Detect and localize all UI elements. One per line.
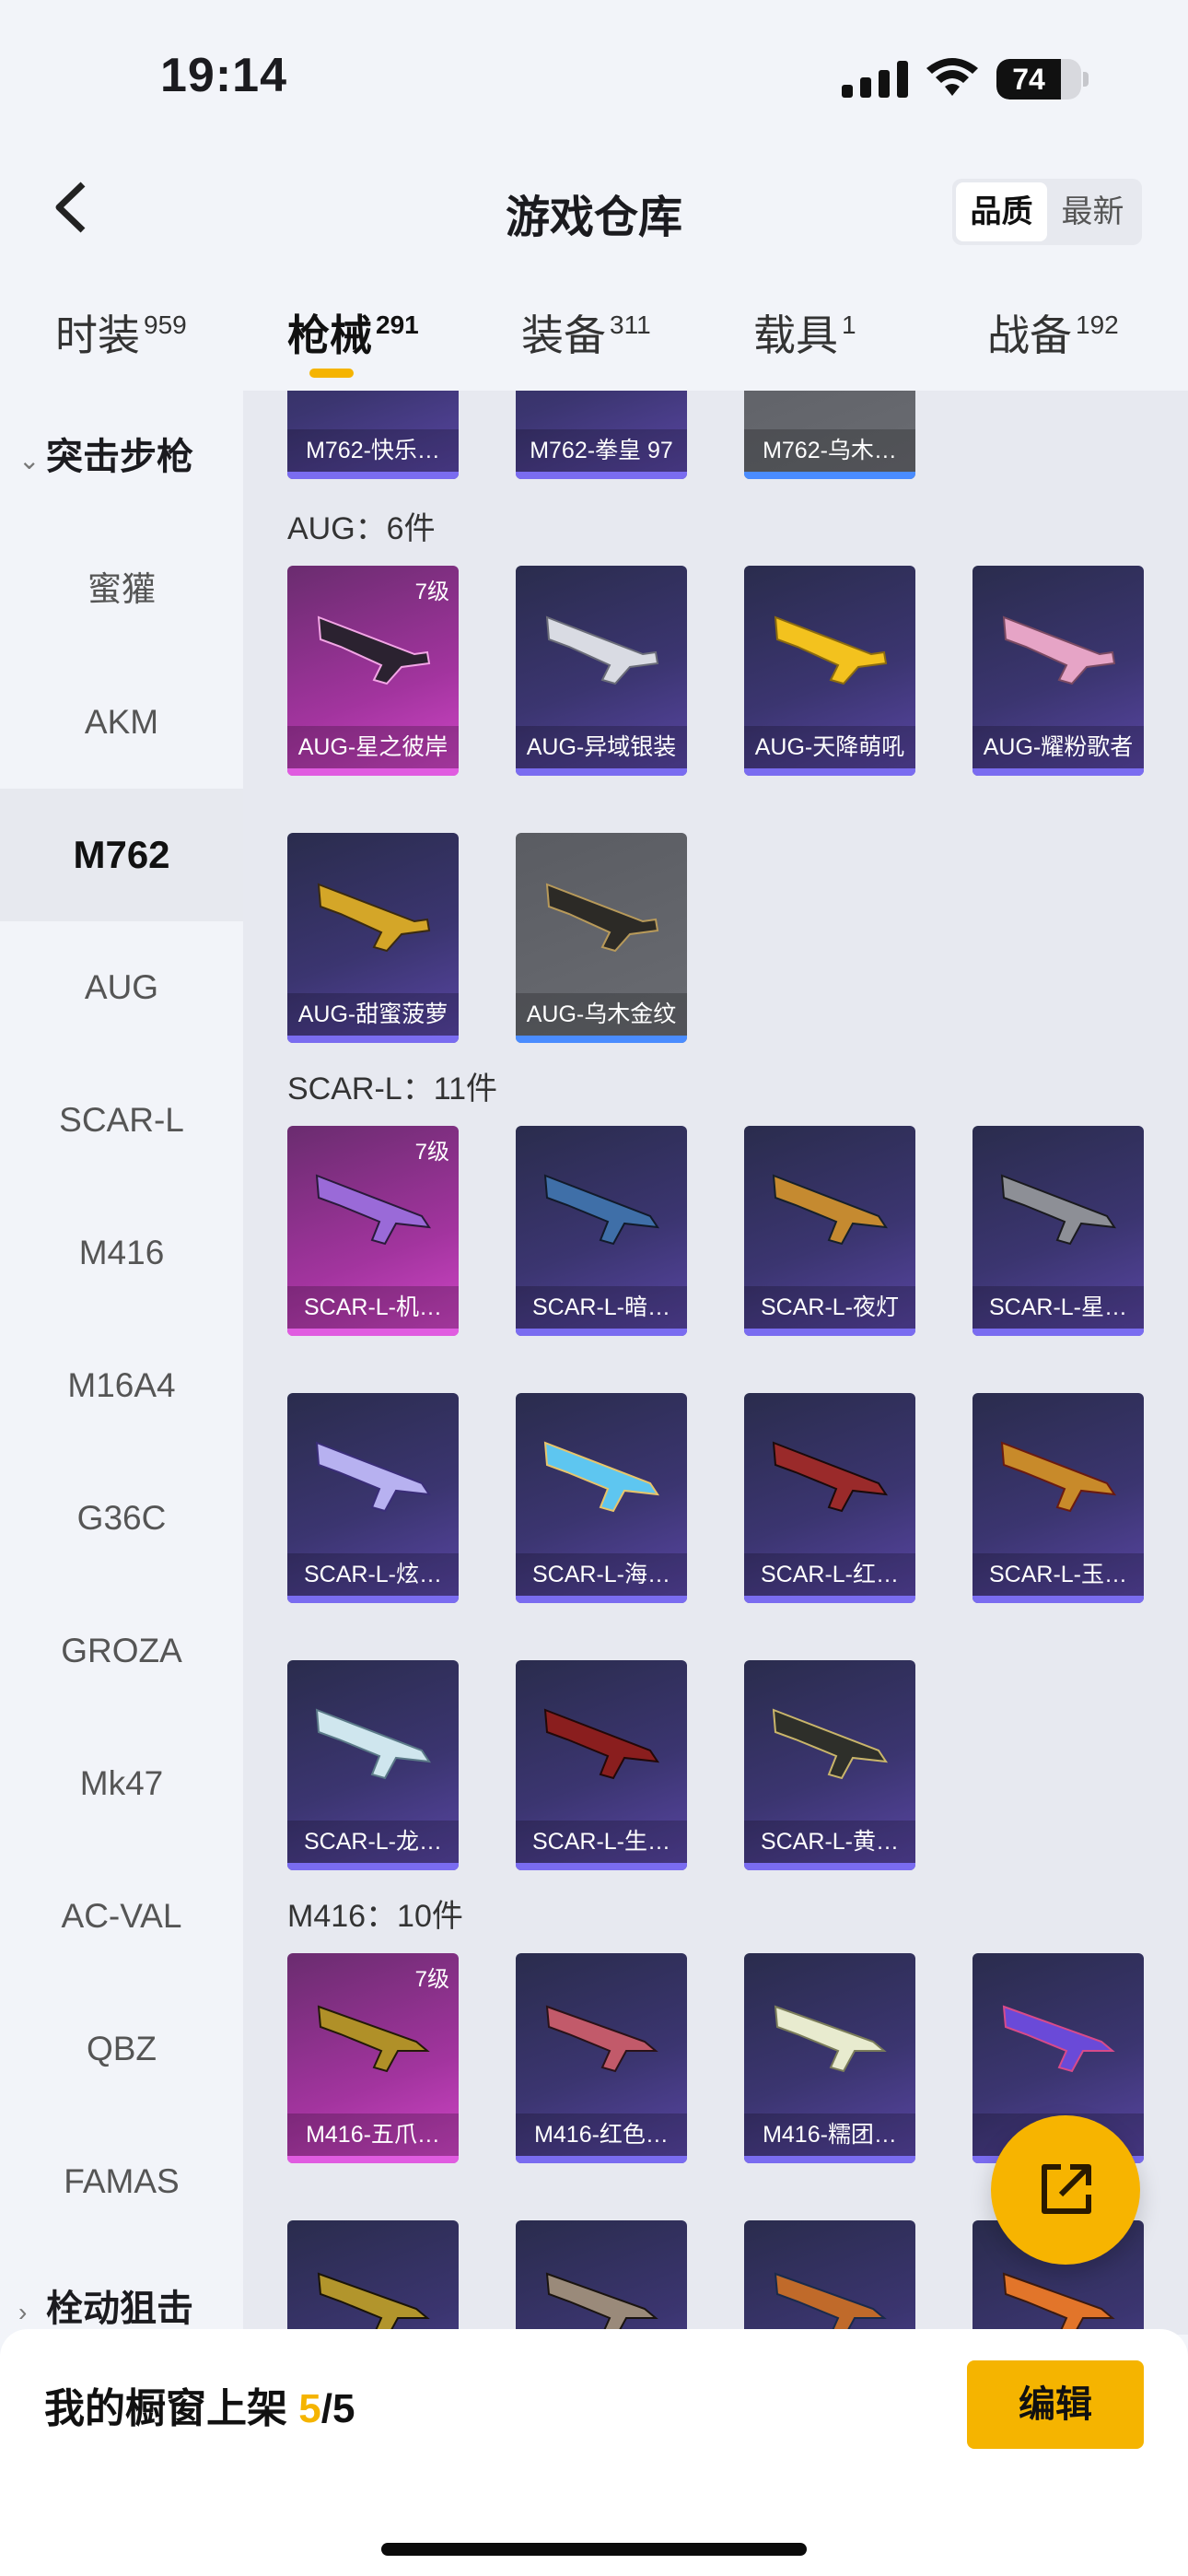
sort-quality-button[interactable]: 品质 (956, 182, 1047, 241)
sidebar-item-g36c[interactable]: G36C (0, 1452, 243, 1585)
skin-card[interactable]: M762-拳皇 97 (516, 391, 687, 479)
skin-card[interactable] (744, 2220, 915, 2335)
home-indicator (381, 2543, 807, 2556)
skin-card[interactable]: SCAR-L-玉… (973, 1393, 1144, 1603)
tab-supplies[interactable]: 战备 192 (987, 302, 1119, 363)
skin-card[interactable]: M416-糯团… (744, 1953, 915, 2163)
sidebar-item-groza[interactable]: GROZA (0, 1585, 243, 1717)
gun-image (543, 1174, 660, 1246)
sidebar-item-m762[interactable]: M762 (0, 789, 243, 921)
header: 游戏仓库 品质 最新 (0, 147, 1188, 267)
skin-card[interactable]: SCAR-L-夜灯 (744, 1126, 915, 1336)
wifi-icon (926, 58, 978, 96)
bottom-bar: 我的橱窗上架 5/5 编辑 (0, 2329, 1188, 2576)
gun-image (545, 615, 659, 685)
skin-card[interactable]: AUG-耀粉歌者 (973, 566, 1144, 776)
tab-vehicles[interactable]: 载具 1 (753, 302, 856, 363)
sidebar-item-aug[interactable]: AUG (0, 921, 243, 1054)
gun-image (545, 2272, 658, 2335)
sidebar-item-famas[interactable]: FAMAS (0, 2115, 243, 2248)
skin-card[interactable]: AUG-异域银装 (516, 566, 687, 776)
weapon-grid: M762-快乐… M762-拳皇 97 M762-乌木… AUG：6件 7级 A… (243, 391, 1188, 2335)
gun-image (315, 1441, 432, 1513)
skin-card[interactable] (516, 2220, 687, 2335)
sidebar-item-honey-badger[interactable]: 蜜獾 (0, 523, 243, 656)
gun-image (545, 2005, 658, 2073)
tab-fashion[interactable]: 时装 959 (55, 302, 187, 363)
sidebar-item-ac-val[interactable]: AC-VAL (0, 1850, 243, 1983)
chevron-down-icon: ⌄ (18, 446, 41, 474)
gun-image (772, 1174, 889, 1246)
weapon-sidebar: ⌄ 突击步枪 蜜獾 AKM M762 AUG SCAR-L M416 M16A4 … (0, 391, 243, 2335)
skin-card[interactable]: M416-红色… (516, 1953, 687, 2163)
sort-toggle[interactable]: 品质 最新 (952, 179, 1142, 245)
skin-card[interactable]: SCAR-L-生… (516, 1660, 687, 1870)
category-assault-rifles[interactable]: ⌄ 突击步枪 (0, 413, 243, 501)
gun-image (545, 883, 659, 953)
gun-image (315, 1174, 432, 1246)
active-tab-indicator (309, 369, 354, 378)
skin-card[interactable]: SCAR-L-龙… (287, 1660, 459, 1870)
signal-icon (842, 61, 908, 98)
gun-image (317, 883, 431, 953)
gun-image (1002, 2272, 1115, 2335)
skin-card[interactable]: SCAR-L-星… (973, 1126, 1144, 1336)
gun-image (543, 1708, 660, 1780)
share-button[interactable] (991, 2115, 1140, 2265)
gun-image (1000, 1441, 1117, 1513)
skin-card[interactable]: M762-快乐… (287, 391, 459, 479)
section-title-scar-l: SCAR-L：11件 (287, 1071, 497, 1107)
share-icon (1042, 2164, 1091, 2214)
gun-image (317, 615, 431, 685)
gun-image (772, 1708, 889, 1780)
sort-newest-button[interactable]: 最新 (1047, 182, 1138, 241)
skin-card[interactable]: AUG-甜蜜菠萝 (287, 833, 459, 1043)
skin-card[interactable]: SCAR-L-红… (744, 1393, 915, 1603)
tab-equipment[interactable]: 装备 311 (521, 302, 651, 363)
showcase-status: 我的橱窗上架 5/5 (44, 2386, 355, 2431)
gun-image (774, 2005, 887, 2073)
gun-image (1002, 2005, 1115, 2073)
chevron-right-icon: › (18, 2298, 28, 2326)
gun-image (772, 1441, 889, 1513)
battery-tip (1083, 72, 1089, 87)
tab-guns[interactable]: 枪械 291 (287, 302, 419, 363)
sidebar-item-qbz[interactable]: QBZ (0, 1983, 243, 2115)
skin-card[interactable]: M762-乌木… (744, 391, 915, 479)
category-tabs: 时装 959 枪械 291 装备 311 载具 1 战备 192 (0, 276, 1188, 387)
status-bar: 19:14 74 (0, 0, 1188, 147)
gun-image (543, 1441, 660, 1513)
skin-card[interactable]: 7级 SCAR-L-机… (287, 1126, 459, 1336)
skin-card[interactable]: SCAR-L-暗… (516, 1126, 687, 1336)
skin-card[interactable]: SCAR-L-海… (516, 1393, 687, 1603)
sidebar-item-m416[interactable]: M416 (0, 1187, 243, 1319)
sidebar-item-scar-l[interactable]: SCAR-L (0, 1054, 243, 1187)
battery-level: 74 (1012, 63, 1045, 96)
skin-card[interactable]: SCAR-L-黄… (744, 1660, 915, 1870)
sidebar-item-mk47[interactable]: Mk47 (0, 1717, 243, 1850)
gun-image (317, 2272, 430, 2335)
skin-card[interactable]: 7级 AUG-星之彼岸 (287, 566, 459, 776)
skin-card[interactable]: 7级 M416-五爪… (287, 1953, 459, 2163)
section-title-aug: AUG：6件 (287, 511, 436, 546)
gun-image (1002, 615, 1116, 685)
section-title-m416: M416：10件 (287, 1899, 463, 1934)
category-bolt-snipers[interactable]: › 栓动狙击 (0, 2265, 243, 2335)
skin-card[interactable]: AUG-乌木金纹 (516, 833, 687, 1043)
gun-image (774, 615, 888, 685)
battery-icon: 74 (996, 59, 1081, 100)
skin-card[interactable]: AUG-天降萌吼 (744, 566, 915, 776)
sidebar-item-akm[interactable]: AKM (0, 656, 243, 789)
skin-card[interactable]: SCAR-L-炫… (287, 1393, 459, 1603)
gun-image (1000, 1174, 1117, 1246)
gun-image (317, 2005, 430, 2073)
edit-button[interactable]: 编辑 (967, 2360, 1144, 2449)
status-time: 19:14 (160, 49, 287, 102)
skin-card[interactable] (287, 2220, 459, 2335)
gun-image (774, 2272, 887, 2335)
gun-image (315, 1708, 432, 1780)
sidebar-item-m16a4[interactable]: M16A4 (0, 1319, 243, 1452)
